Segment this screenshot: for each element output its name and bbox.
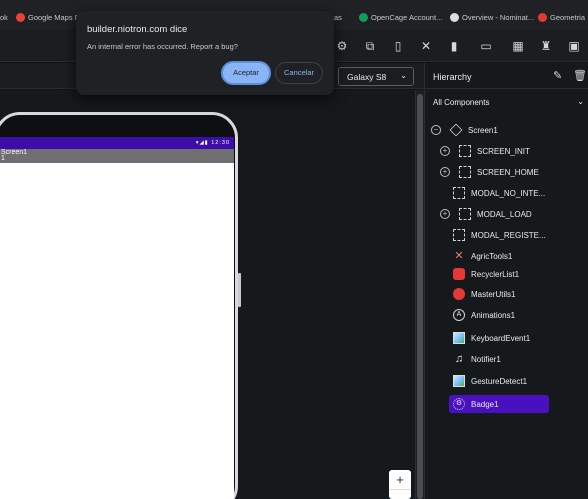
extensions-icon[interactable]: ♜ bbox=[539, 39, 553, 53]
image-icon bbox=[453, 332, 465, 344]
bookmark-item[interactable]: as bbox=[334, 13, 342, 22]
tree-item-masterutils[interactable]: MasterUtils1 bbox=[453, 285, 515, 303]
opencage-icon bbox=[359, 13, 368, 22]
tree-item-agrictools[interactable]: ✕ AgricTools1 bbox=[453, 247, 512, 265]
canvas-scrollbar[interactable] bbox=[415, 90, 424, 499]
tree-item-label: SCREEN_INIT bbox=[477, 146, 530, 156]
tree-item-label: MasterUtils1 bbox=[471, 289, 516, 299]
component-filter[interactable]: All Components ⌄ bbox=[425, 90, 588, 114]
expand-icon[interactable]: + bbox=[440, 146, 450, 156]
dialog-message: An internal error has occurred. Report a… bbox=[87, 42, 238, 51]
settings-icon[interactable]: ⚙ bbox=[335, 39, 349, 53]
accept-button[interactable]: Aceptar bbox=[221, 61, 271, 85]
scrollbar-thumb[interactable] bbox=[417, 94, 423, 499]
tree-item-keyboardevent[interactable]: KeyboardEvent1 bbox=[453, 329, 530, 347]
arrangement-icon bbox=[459, 166, 471, 178]
layers-icon bbox=[449, 123, 463, 137]
tree-item-label: RecyclerList1 bbox=[471, 269, 520, 279]
nominatim-icon bbox=[450, 13, 459, 22]
bookmark-label: OpenCage Account... bbox=[371, 13, 443, 22]
browser-tabstrip bbox=[0, 0, 588, 8]
tree-item-label: MODAL_LOAD bbox=[477, 209, 532, 219]
screen-title-bar: Screen1 1 bbox=[0, 149, 234, 163]
bell-icon: ♫ bbox=[454, 353, 464, 365]
bookmark-label: Google Maps P bbox=[28, 13, 80, 22]
device-select[interactable]: Galaxy S8 ⌄ bbox=[338, 67, 414, 86]
bookmark-item[interactable]: ok bbox=[0, 13, 8, 22]
build-icon[interactable]: ✕ bbox=[419, 39, 433, 53]
tree-item-label: KeyboardEvent1 bbox=[471, 333, 531, 343]
tree-item-screen-init[interactable]: + SCREEN_INIT bbox=[440, 142, 530, 160]
arrangement-icon bbox=[459, 145, 471, 157]
cancel-button[interactable]: Cancelar bbox=[275, 62, 323, 84]
tree-item-label: MODAL_REGISTE... bbox=[471, 230, 546, 240]
tree-item-gesturedetect[interactable]: GestureDetect1 bbox=[453, 372, 527, 390]
bookmark-label: Geometria bbox=[550, 13, 586, 22]
tree-item-modal-load[interactable]: + MODAL_LOAD bbox=[440, 205, 532, 223]
status-icons: ▾◢▮ 12:30 bbox=[195, 140, 230, 146]
expand-icon[interactable]: + bbox=[440, 167, 450, 177]
bookmark-label: Overview - Nominat... bbox=[462, 13, 535, 22]
tree-item-animations[interactable]: A Animations1 bbox=[453, 306, 515, 324]
zoom-control[interactable]: + bbox=[389, 470, 411, 499]
delete-icon[interactable]: 🗑 bbox=[573, 69, 587, 82]
view-icon[interactable]: ▣ bbox=[567, 39, 581, 53]
arrangement-icon bbox=[453, 187, 465, 199]
tree-item-modal-no-inte[interactable]: MODAL_NO_INTE... bbox=[453, 184, 545, 202]
bookmark-item[interactable]: OpenCage Account... bbox=[359, 13, 442, 22]
geometria-icon bbox=[538, 13, 547, 22]
tree-item-label: Badge1 bbox=[471, 399, 499, 409]
dialog-title: builder.niotron.com dice bbox=[87, 24, 188, 35]
tree-item-notifier[interactable]: ♫ Notifier1 bbox=[453, 350, 501, 368]
alert-dialog: builder.niotron.com dice An internal err… bbox=[76, 11, 334, 95]
maps-icon bbox=[16, 13, 25, 22]
image-icon bbox=[453, 375, 465, 387]
hierarchy-header: Hierarchy ✎ 🗑 bbox=[425, 63, 588, 89]
grid-icon[interactable]: ▦ bbox=[511, 39, 525, 53]
tree-item-label: AgricTools1 bbox=[471, 251, 513, 261]
bookmark-item[interactable]: Google Maps P bbox=[16, 13, 80, 22]
tree-item-badge[interactable]: ⚙ Badge1 bbox=[449, 395, 549, 413]
tree-item-label: SCREEN_HOME bbox=[477, 167, 539, 177]
bookmark-item[interactable]: Overview - Nominat... bbox=[450, 13, 534, 22]
tools-icon: ✕ bbox=[454, 250, 464, 262]
arrangement-icon bbox=[459, 208, 471, 220]
screen-body[interactable] bbox=[0, 163, 234, 499]
device-select-value: Galaxy S8 bbox=[347, 72, 387, 82]
animation-icon: A bbox=[453, 309, 465, 321]
arrangement-icon bbox=[453, 229, 465, 241]
zoom-in-button[interactable]: + bbox=[389, 470, 411, 490]
tree-item-screen1[interactable]: − Screen1 bbox=[431, 121, 498, 139]
chevron-down-icon: ⌄ bbox=[577, 97, 584, 106]
status-time: 12:30 bbox=[211, 140, 230, 146]
tree-item-modal-registe[interactable]: MODAL_REGISTE... bbox=[453, 226, 546, 244]
phone-icon[interactable]: ▯ bbox=[391, 39, 405, 53]
folder-icon[interactable]: ▭ bbox=[479, 39, 493, 53]
extension-icon bbox=[453, 268, 465, 280]
tree-item-screen-home[interactable]: + SCREEN_HOME bbox=[440, 163, 539, 181]
tree-item-label: Animations1 bbox=[471, 310, 516, 320]
tree-item-label: Screen1 bbox=[468, 125, 498, 135]
chevron-down-icon: ⌄ bbox=[400, 71, 407, 80]
component-filter-value: All Components bbox=[433, 98, 490, 107]
tree-item-label: GestureDetect1 bbox=[471, 376, 528, 386]
extension-icon bbox=[453, 288, 465, 300]
expand-icon[interactable]: + bbox=[440, 209, 450, 219]
screen-subtitle: 1 bbox=[1, 155, 5, 162]
bookmark-label: ok bbox=[0, 13, 8, 22]
bookmark-item[interactable]: Geometria bbox=[538, 13, 585, 22]
gear-icon: ⚙ bbox=[453, 398, 465, 410]
collapse-icon[interactable]: − bbox=[431, 125, 441, 135]
bookmark-label: as bbox=[334, 13, 342, 22]
edit-icon[interactable]: ✎ bbox=[553, 69, 562, 82]
tree-item-label: MODAL_NO_INTE... bbox=[471, 188, 546, 198]
book-icon[interactable]: ▮ bbox=[447, 39, 461, 53]
tree-item-label: Notifier1 bbox=[471, 354, 501, 364]
tree-item-recyclerlist[interactable]: RecyclerList1 bbox=[453, 265, 519, 283]
hierarchy-title: Hierarchy bbox=[433, 72, 472, 82]
share-icon[interactable]: ⧉ bbox=[363, 39, 377, 53]
phone-side-button bbox=[238, 273, 241, 307]
phone-status-bar: ▾◢▮ 12:30 bbox=[0, 137, 234, 149]
